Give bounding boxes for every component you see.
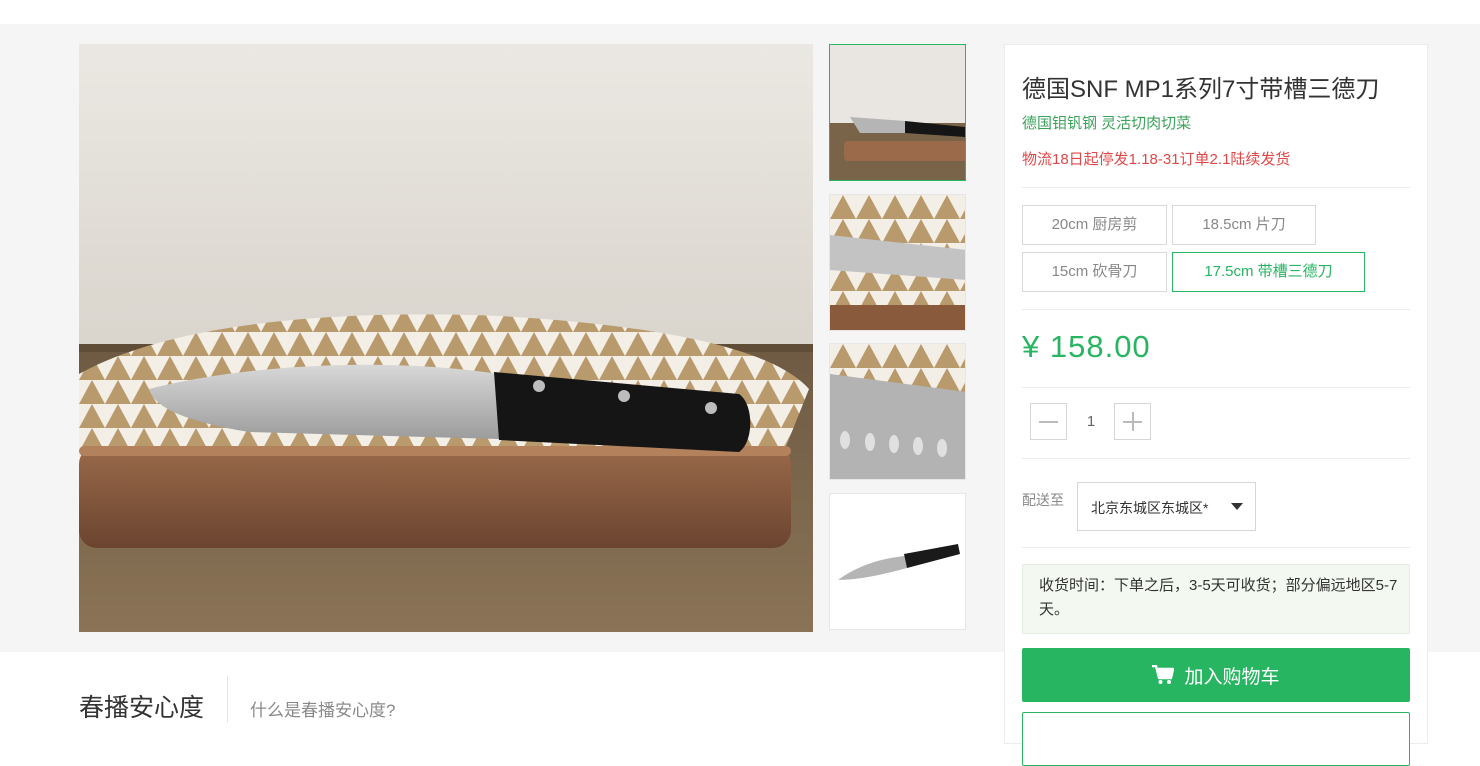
section-divider [227, 676, 228, 723]
cart-icon [1152, 665, 1175, 684]
region-value: 北京东城区东城区* [1091, 500, 1209, 516]
spec-option-slicer[interactable]: 18.5cm 片刀 [1172, 205, 1316, 245]
add-to-cart-button[interactable]: 加入购物车 [1022, 648, 1410, 702]
divider [1022, 458, 1410, 459]
divider [1022, 387, 1410, 388]
divider [1022, 187, 1410, 188]
thumbnail-3[interactable] [829, 343, 966, 480]
spec-option-scissors[interactable]: 20cm 厨房剪 [1022, 205, 1167, 245]
divider [1022, 309, 1410, 310]
section-title: 春播安心度 [79, 694, 205, 722]
product-subtitle: 德国钼钒钢 灵活切肉切菜 [1022, 115, 1192, 132]
main-product-image [79, 44, 813, 632]
spec-option-cleaver[interactable]: 15cm 砍骨刀 [1022, 252, 1167, 292]
divider [1022, 547, 1410, 548]
delivery-time-note: 收货时间：下单之后，3-5天可收货；部分偏远地区5-7天。 [1022, 564, 1410, 634]
add-to-cart-label: 加入购物车 [1184, 666, 1280, 688]
thumbnail-2[interactable] [829, 194, 966, 331]
section-help-link[interactable]: 什么是春播安心度? [250, 696, 395, 721]
thumbnail-4[interactable] [829, 493, 966, 630]
thumbnail-1[interactable] [829, 44, 966, 181]
minus-icon [1039, 421, 1058, 423]
quantity-decrease-button[interactable] [1030, 403, 1067, 440]
quantity-value[interactable]: 1 [1077, 413, 1105, 430]
region-select[interactable]: 北京东城区东城区* [1077, 482, 1256, 531]
ship-to-label: 配送至 [1022, 492, 1064, 508]
product-info-panel: 德国SNF MP1系列7寸带槽三德刀 德国钼钒钢 灵活切肉切菜 物流18日起停发… [1004, 44, 1428, 766]
secondary-action-button[interactable] [1022, 712, 1410, 766]
product-title: 德国SNF MP1系列7寸带槽三德刀 [1022, 76, 1380, 103]
caret-down-icon [1231, 503, 1243, 510]
shipping-notice: 物流18日起停发1.18-31订单2.1陆续发货 [1022, 151, 1291, 168]
product-price: ¥ 158.00 [1022, 329, 1151, 364]
quantity-increase-button[interactable] [1114, 403, 1151, 440]
spec-option-santoku[interactable]: 17.5cm 带槽三德刀 [1172, 252, 1365, 292]
